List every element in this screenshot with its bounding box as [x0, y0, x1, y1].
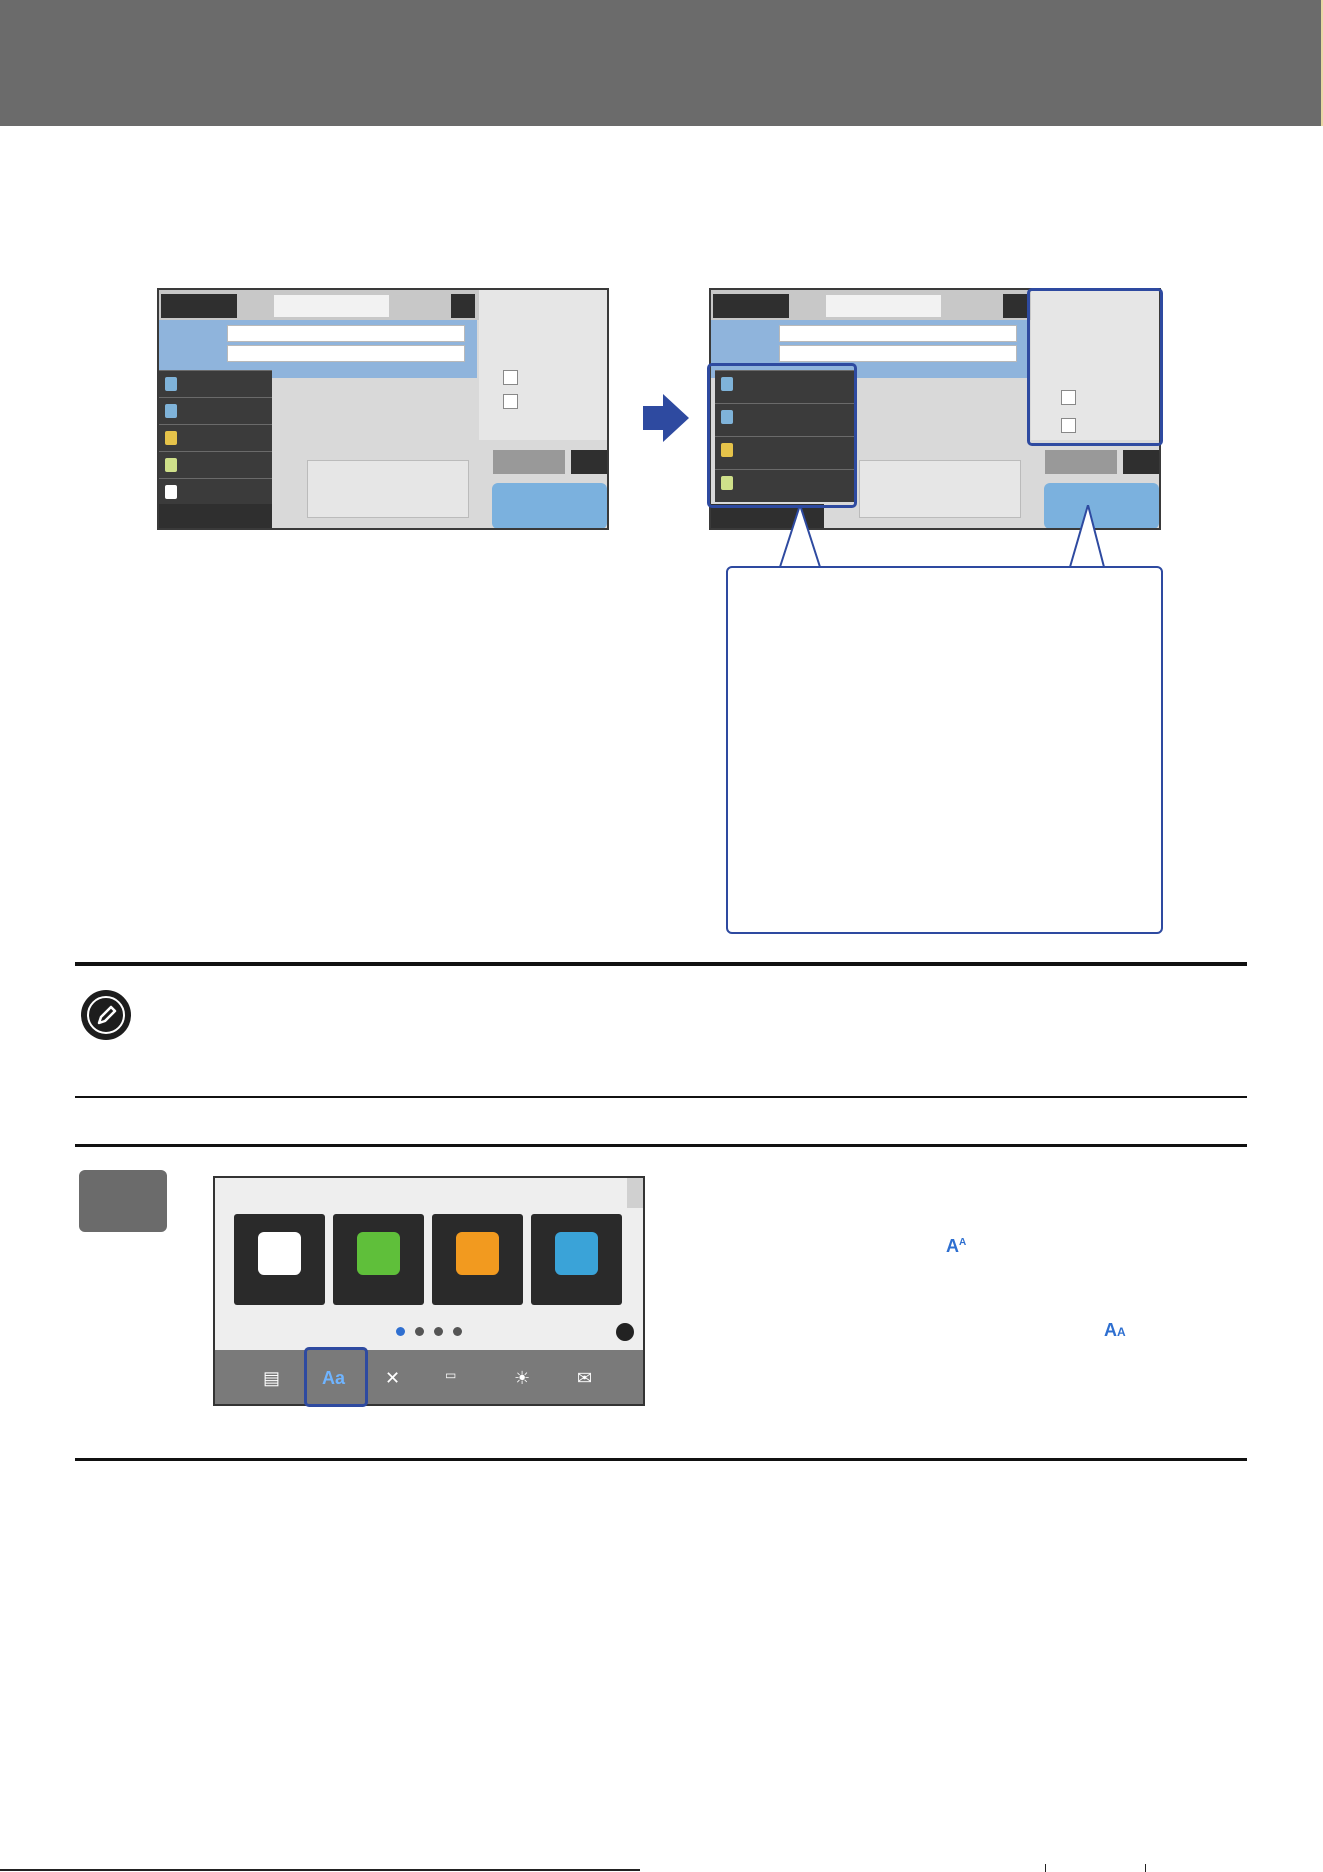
- step-bottom-rule: [75, 1458, 1247, 1461]
- enlarged-list-highlight: [707, 363, 857, 508]
- pencil-icon: [97, 1005, 117, 1025]
- scan-icon: [456, 1232, 499, 1275]
- screen-field-1: [227, 325, 465, 342]
- font-size-icon: AA: [946, 1236, 967, 1256]
- help-icon[interactable]: ▤: [263, 1368, 280, 1389]
- status-icon[interactable]: ✉: [577, 1368, 592, 1389]
- arrow-right-icon: [643, 394, 689, 442]
- before-screen: [157, 288, 609, 530]
- search-icon: [1003, 294, 1027, 318]
- page-dot[interactable]: [453, 1327, 462, 1336]
- screen-field-2: [227, 345, 465, 362]
- screen-list-row: [159, 424, 272, 451]
- footer-tick: [1145, 1864, 1146, 1872]
- tile-cloud-portal[interactable]: [234, 1214, 325, 1305]
- screen-gray-button: [1045, 450, 1117, 474]
- font-size-icon: AA: [1104, 1320, 1126, 1340]
- cloud-portal-icon: [258, 1232, 301, 1275]
- callout-box: [726, 566, 1163, 934]
- next-page-icon[interactable]: [616, 1323, 634, 1341]
- callout-pointer: [779, 505, 1105, 568]
- screen-field-1: [779, 325, 1017, 342]
- brightness-icon[interactable]: ☀: [514, 1368, 530, 1389]
- checkbox: [503, 370, 518, 385]
- step-number-badge: [79, 1170, 167, 1232]
- screen-mode-button: [713, 294, 789, 318]
- page-dot[interactable]: [415, 1327, 424, 1336]
- note-top-rule: [75, 962, 1247, 966]
- fax-icon: [555, 1232, 598, 1275]
- screen-address-field: [826, 295, 941, 317]
- screen-preview-area: [307, 460, 469, 518]
- note-bottom-rule: [75, 1096, 1247, 1098]
- checkbox: [503, 394, 518, 409]
- footer-rule: [0, 1869, 640, 1871]
- screen-mode-button: [161, 294, 237, 318]
- screen-gray-button: [493, 450, 565, 474]
- tile-scan[interactable]: [432, 1214, 523, 1305]
- page-dot[interactable]: [434, 1327, 443, 1336]
- home-screen: ▤ Aa ✕ ▭ ☀ ✉: [213, 1176, 645, 1406]
- tile-copy[interactable]: [333, 1214, 424, 1305]
- search-icon: [451, 294, 475, 318]
- tile-fax[interactable]: [531, 1214, 622, 1305]
- page-header-band: [0, 0, 1321, 126]
- screen-field-2: [779, 345, 1017, 362]
- screen-start-button: [492, 483, 607, 528]
- footer-tick: [1045, 1864, 1046, 1872]
- screen-black-button: [571, 450, 607, 474]
- screen-list-row: [159, 478, 272, 505]
- enlarged-panel-highlight: [1027, 288, 1163, 446]
- step-top-rule: [75, 1144, 1247, 1147]
- home-side-handle: [627, 1178, 643, 1208]
- copy-icon: [357, 1232, 400, 1275]
- screen-list-row: [159, 451, 272, 478]
- font-size-button-highlight: [304, 1347, 368, 1407]
- page-dot[interactable]: [396, 1327, 405, 1336]
- zoom-icon[interactable]: ▭: [445, 1368, 456, 1382]
- settings-icon[interactable]: ✕: [385, 1368, 400, 1389]
- screen-bottom-bar: [159, 504, 272, 528]
- screen-list-row: [159, 397, 272, 424]
- screen-list-row: [159, 370, 272, 397]
- screen-address-field: [274, 295, 389, 317]
- screen-black-button: [1123, 450, 1159, 474]
- screen-side-panel: [479, 290, 607, 440]
